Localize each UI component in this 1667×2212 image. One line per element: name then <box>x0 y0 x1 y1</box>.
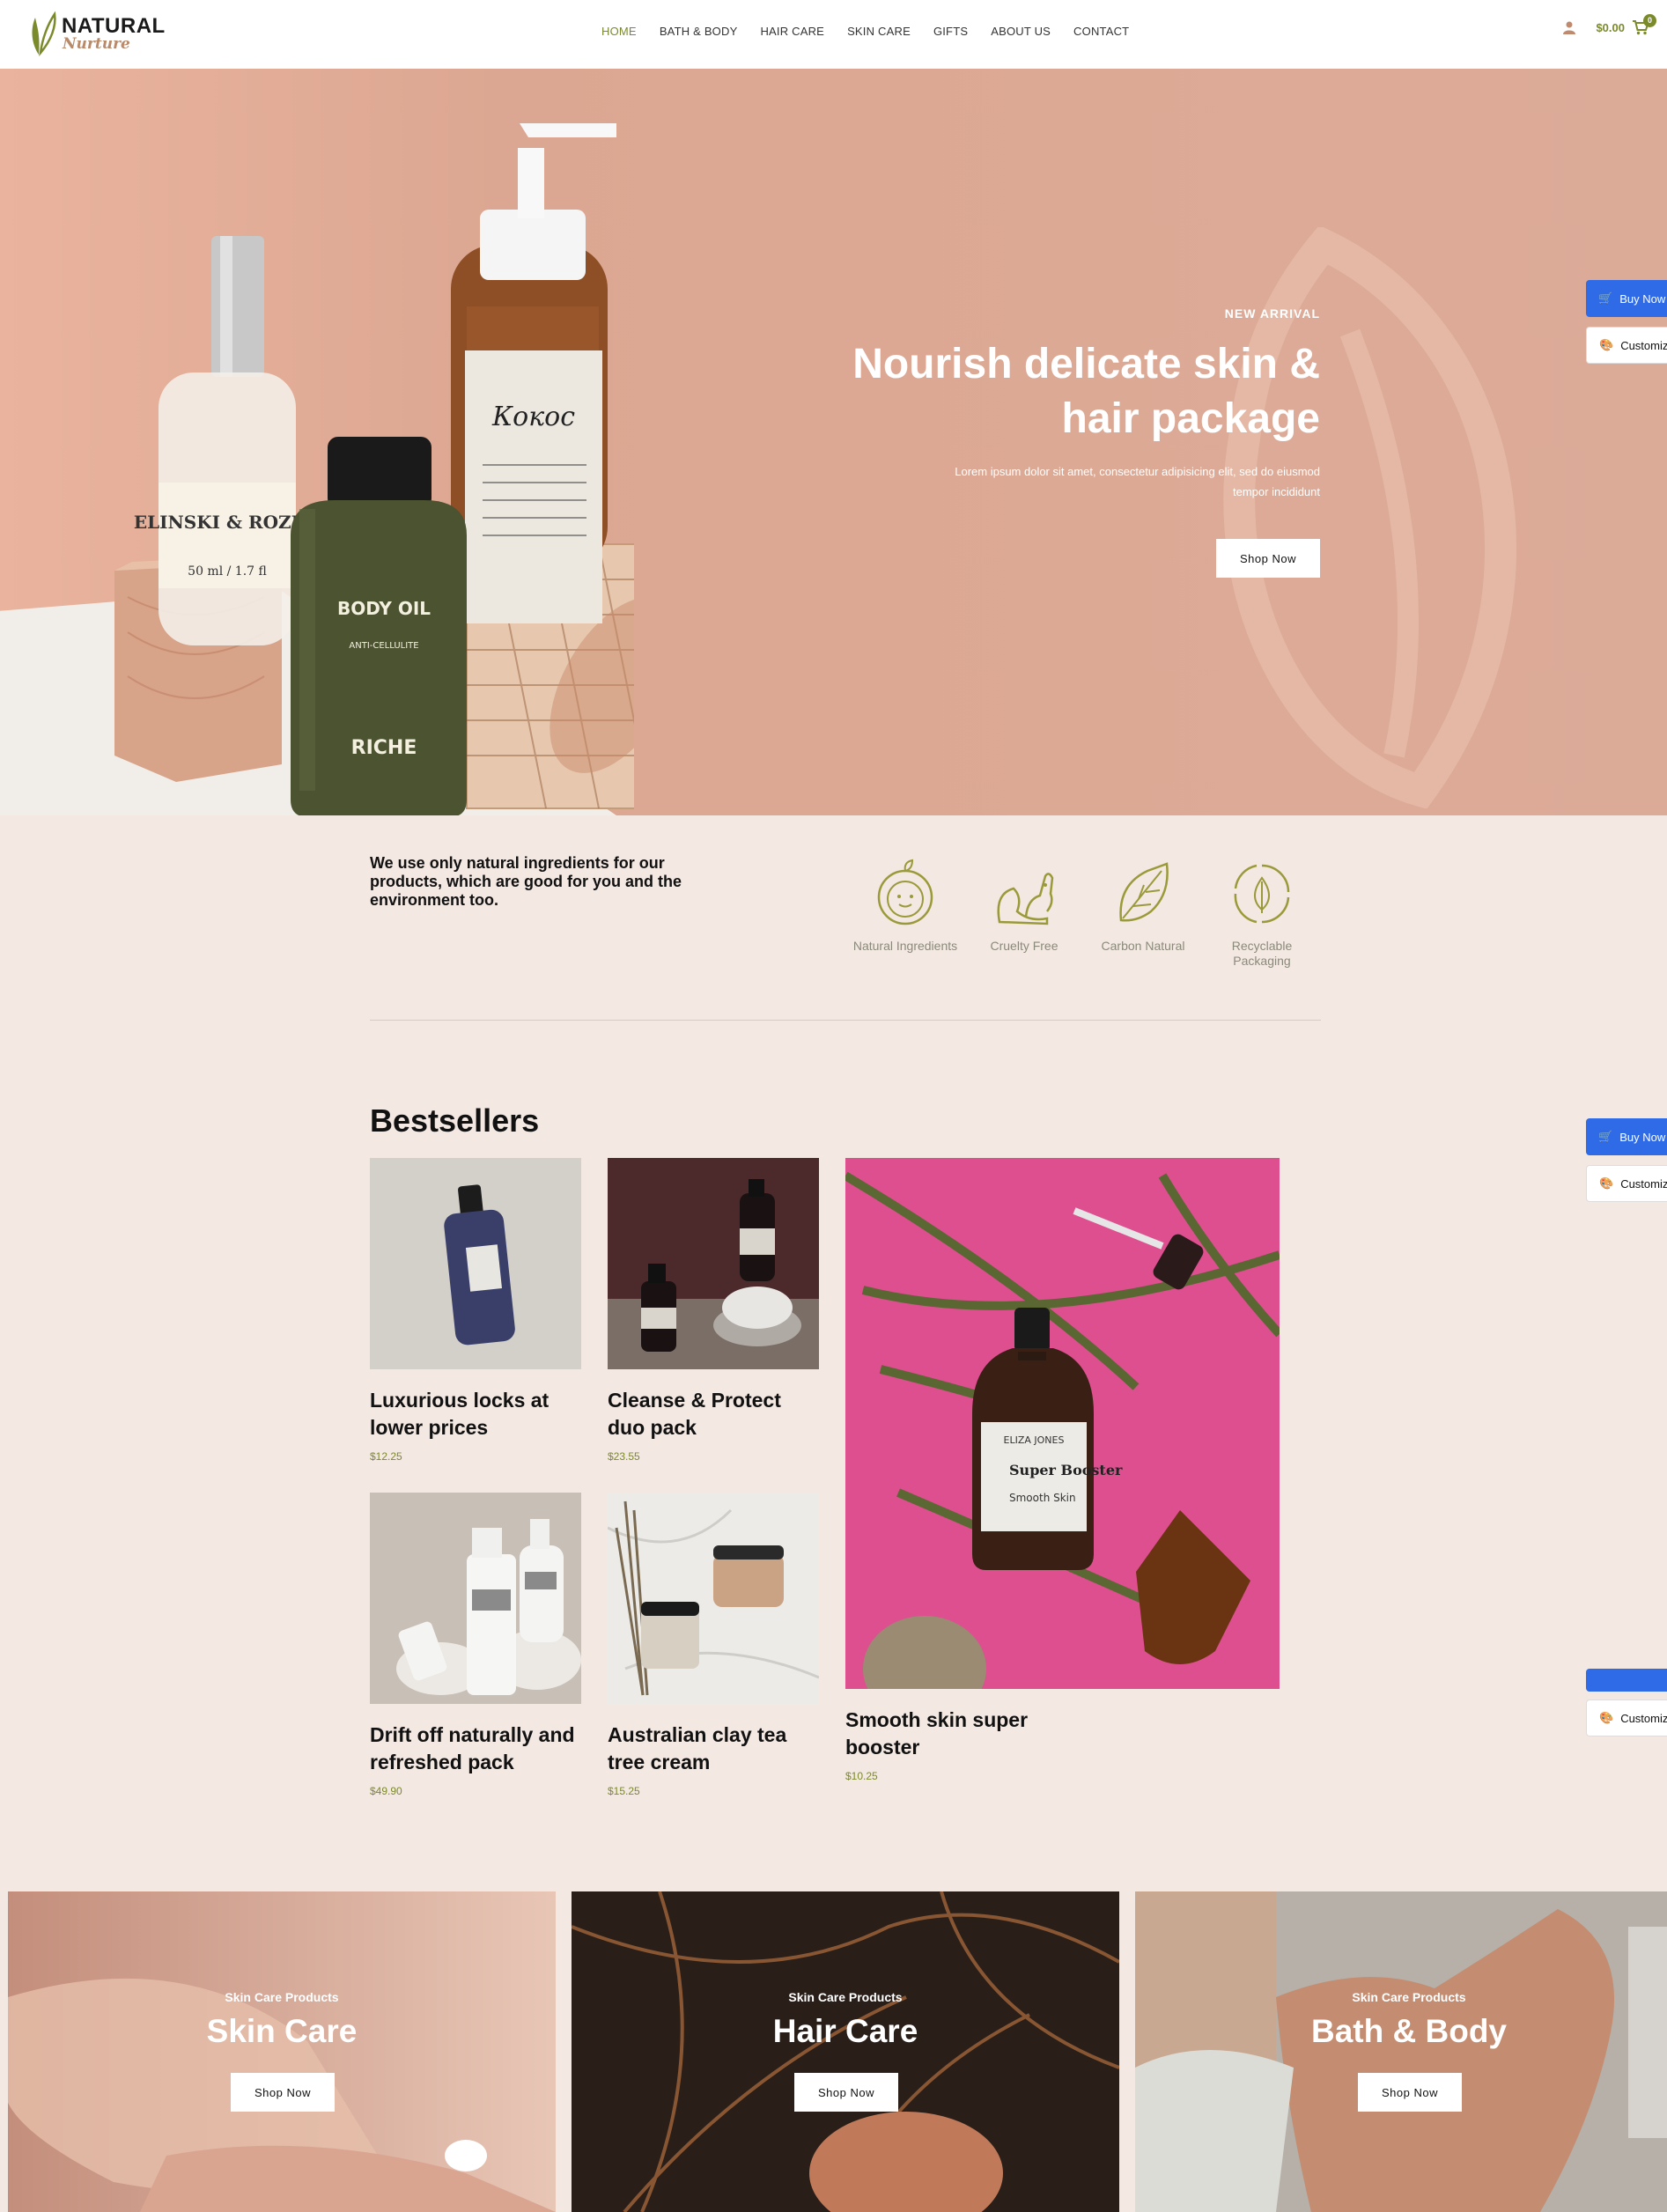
nav-skin-care[interactable]: SKIN CARE <box>836 23 922 41</box>
product-name[interactable]: Cleanse & Protect duo pack <box>608 1387 819 1441</box>
product-card[interactable]: Drift off naturally and refreshed pack $… <box>370 1493 581 1797</box>
bestsellers-title: Bestsellers <box>370 1102 540 1139</box>
category-hair-care[interactable]: Skin Care Products Hair Care Shop Now <box>572 1891 1119 2212</box>
oil-label: BODY OIL <box>337 598 431 619</box>
booster-brand: ELIZA JONES <box>1004 1434 1065 1446</box>
hero-product-image: ELINSKI & ROZEN 50 ml / 1.7 fl Кокос BOD… <box>114 123 634 815</box>
palette-icon: 🎨 <box>1599 338 1614 351</box>
buy-now-button[interactable] <box>1586 1669 1667 1692</box>
feature-natural-ingredients: Natural Ingredients <box>852 859 958 954</box>
product-price: $15.25 <box>608 1785 640 1797</box>
category-title: Skin Care <box>206 2013 358 2049</box>
hero-title: Nourish delicate skin & hair package <box>852 341 1320 442</box>
category-title: Hair Care <box>772 2013 918 2049</box>
product-image[interactable] <box>370 1158 581 1369</box>
category-shop-now-button[interactable]: Shop Now <box>1358 2073 1462 2112</box>
logo-subtitle: Nurture <box>63 35 130 53</box>
customize-button[interactable]: 🎨 Customize <box>1586 1165 1667 1202</box>
category-shop-now-button[interactable]: Shop Now <box>794 2073 898 2112</box>
category-title: Bath & Body <box>1311 2013 1507 2049</box>
category-image <box>8 1891 556 2212</box>
palette-icon: 🎨 <box>1599 1176 1614 1190</box>
feature-cruelty-free: Cruelty Free <box>971 859 1077 954</box>
booster-label: Super Booster <box>1009 1462 1123 1478</box>
customize-label: Customize <box>1620 1711 1667 1725</box>
cart-count-badge: 0 <box>1643 14 1656 27</box>
spray-size: 50 ml / 1.7 fl <box>188 564 267 579</box>
cart-icon: 🛒 <box>1598 1130 1613 1143</box>
cart-icon: 🛒 <box>1598 291 1613 305</box>
squirrel-icon <box>997 873 1054 925</box>
feature-recyclable-packaging: Recyclable Packaging <box>1209 859 1315 969</box>
customize-button[interactable]: 🎨 Customize <box>1586 1700 1667 1736</box>
feature-label: Recyclable Packaging <box>1231 939 1293 968</box>
feature-label: Carbon Natural <box>1101 939 1185 953</box>
customize-button[interactable]: 🎨 Customize <box>1586 327 1667 364</box>
nav-gifts[interactable]: GIFTS <box>922 23 979 41</box>
palette-icon: 🎨 <box>1599 1711 1614 1724</box>
site-header: NATURAL Nurture HOME BATH & BODY HAIR CA… <box>0 0 1667 69</box>
cart-button[interactable]: $0.00 0 <box>1596 14 1656 35</box>
customize-label: Customize <box>1620 338 1667 352</box>
product-image[interactable] <box>370 1493 581 1704</box>
header-actions: $0.00 0 <box>1562 14 1656 35</box>
nav-home[interactable]: HOME <box>590 23 648 41</box>
recycle-leaf-icon <box>1234 864 1290 924</box>
oil-sublabel: ANTI-CELLULITE <box>349 641 418 651</box>
product-card[interactable]: Australian clay tea tree cream $15.25 <box>608 1493 819 1797</box>
hero-description: Lorem ipsum dolor sit amet, consectetur … <box>955 465 1320 498</box>
oil-brand: RICHE <box>351 737 417 759</box>
category-image <box>572 1891 1119 2212</box>
hero-banner: ELINSKI & ROZEN 50 ml / 1.7 fl Кокос BOD… <box>0 69 1667 815</box>
product-price: $10.25 <box>845 1770 878 1782</box>
product-name[interactable]: Luxurious locks at lower prices <box>370 1387 581 1441</box>
hero-shop-now-button[interactable]: Shop Now <box>1216 539 1320 578</box>
buy-now-label: Buy Now <box>1619 1130 1666 1144</box>
hero-subtitle: NEW ARRIVAL <box>1224 306 1320 321</box>
booster-sublabel: Smooth Skin <box>1009 1492 1076 1504</box>
user-icon[interactable] <box>1562 20 1576 34</box>
product-name[interactable]: Smooth skin super booster <box>845 1707 1057 1761</box>
product-image[interactable] <box>608 1158 819 1369</box>
feature-carbon-natural: Carbon Natural <box>1090 859 1196 954</box>
product-name[interactable]: Drift off naturally and refreshed pack <box>370 1722 581 1776</box>
category-skin-care[interactable]: Skin Care Products Skin Care Shop Now <box>8 1891 556 2212</box>
product-name[interactable]: Australian clay tea tree cream <box>608 1722 819 1776</box>
feature-label: Natural Ingredients <box>852 939 958 953</box>
nav-contact[interactable]: CONTACT <box>1062 23 1140 41</box>
nav-bath-body[interactable]: BATH & BODY <box>648 23 749 41</box>
product-image[interactable] <box>608 1493 819 1704</box>
category-subtitle: Skin Care Products <box>788 1990 903 2004</box>
category-bath-body[interactable]: Skin Care Products Bath & Body Shop Now <box>1135 1891 1667 2212</box>
buy-now-label: Buy Now <box>1619 291 1666 306</box>
category-subtitle: Skin Care Products <box>225 1990 339 2004</box>
pump-label: Кокос <box>491 402 575 432</box>
category-shop-now-button[interactable]: Shop Now <box>231 2073 335 2112</box>
nav-about-us[interactable]: ABOUT US <box>979 23 1062 41</box>
product-card-featured[interactable]: ELIZA JONES Super Booster Smooth Skin Sm… <box>845 1158 1280 1782</box>
apple-face-icon <box>877 859 933 925</box>
customize-label: Customize <box>1620 1176 1667 1191</box>
category-subtitle: Skin Care Products <box>1352 1990 1466 2004</box>
product-card[interactable]: Cleanse & Protect duo pack $23.55 <box>608 1158 819 1463</box>
leaf-icon <box>1119 862 1169 922</box>
feature-label: Cruelty Free <box>990 939 1058 953</box>
buy-now-button[interactable]: 🛒 Buy Now <box>1586 280 1667 317</box>
product-image[interactable]: ELIZA JONES Super Booster Smooth Skin <box>845 1158 1280 1689</box>
product-price: $49.90 <box>370 1785 402 1797</box>
cart-total: $0.00 <box>1596 20 1625 34</box>
features-intro: We use only natural ingredients for our … <box>370 854 682 909</box>
nav-hair-care[interactable]: HAIR CARE <box>749 23 836 41</box>
product-price: $23.55 <box>608 1450 640 1463</box>
logo[interactable]: NATURAL Nurture <box>26 9 185 58</box>
category-image <box>1135 1891 1667 2212</box>
product-card[interactable]: Luxurious locks at lower prices $12.25 <box>370 1158 581 1463</box>
section-divider <box>370 1020 1321 1021</box>
leaf-logo-icon <box>32 11 56 56</box>
main-nav: HOME BATH & BODY HAIR CARE SKIN CARE GIF… <box>590 23 1140 41</box>
buy-now-button[interactable]: 🛒 Buy Now <box>1586 1118 1667 1155</box>
product-price: $12.25 <box>370 1450 402 1463</box>
